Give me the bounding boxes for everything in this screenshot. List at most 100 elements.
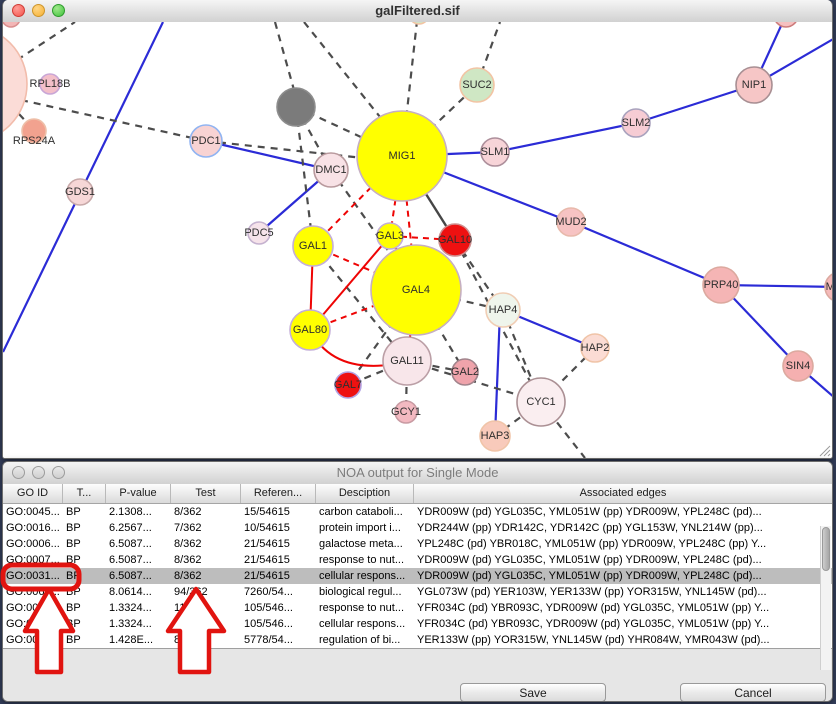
column-header-referen[interactable]: Referen...	[241, 484, 316, 503]
table-row[interactable]: GO:0006...BP6.5087...8/36221/54615galact…	[3, 536, 832, 552]
table-cell: 7260/54...	[241, 584, 316, 600]
table-scrollbar-thumb[interactable]	[822, 527, 830, 571]
table-row[interactable]: GO:0031...BP1.3324...11/362105/546...res…	[3, 600, 832, 616]
node-mud2[interactable]: MUD2	[555, 208, 586, 236]
table-cell: carbon cataboli...	[316, 504, 414, 520]
table-cell: BP	[63, 536, 106, 552]
table-cell: 105/546...	[241, 616, 316, 632]
node-nip1[interactable]: NIP1	[736, 67, 772, 103]
table-cell: BP	[63, 632, 106, 648]
resize-grip-icon[interactable]	[818, 444, 831, 457]
table-row[interactable]: GO:0007...BP6.5087...8/36221/54615respon…	[3, 552, 832, 568]
node-hap3[interactable]: HAP3	[480, 421, 510, 451]
node-label: SUC2	[462, 79, 491, 91]
column-header-associated-edges[interactable]: Associated edges	[414, 484, 832, 503]
node-gcy1[interactable]: GCY1	[391, 401, 421, 423]
node-label: SLM1	[481, 146, 510, 158]
table-cell: BP	[63, 616, 106, 632]
node-msl1[interactable]: MSL1	[825, 272, 832, 302]
node-gal4[interactable]: GAL4	[371, 245, 461, 335]
table-row[interactable]: GO:0065...BP8.0614...94/3627260/54...bio…	[3, 584, 832, 600]
node-label: MIG1	[389, 150, 416, 162]
window-controls	[12, 4, 65, 17]
node-slm1[interactable]: SLM1	[481, 138, 510, 166]
node-pink-clip-tr[interactable]	[774, 22, 798, 27]
node-sin4[interactable]: SIN4	[783, 351, 813, 381]
node-label: GAL7	[334, 379, 362, 391]
node-slm2[interactable]: SLM2	[622, 109, 651, 137]
node-gal11[interactable]: GAL11	[383, 337, 431, 385]
node-rps24a[interactable]: RPS24A	[13, 119, 56, 147]
table-cell: BP	[63, 504, 106, 520]
node-gal2[interactable]: GAL2	[451, 359, 479, 385]
node-clip-topleft[interactable]	[3, 22, 20, 27]
table-cell: 21/54615	[241, 536, 316, 552]
node-gal3[interactable]: GAL3	[376, 223, 404, 249]
node-gds1[interactable]: GDS1	[65, 179, 95, 205]
table-cell: cellular respons...	[316, 616, 414, 632]
node-prp40[interactable]: PRP40	[703, 267, 739, 303]
column-header-go-id[interactable]: GO ID	[3, 484, 63, 503]
node-gal7[interactable]: GAL7	[334, 372, 362, 398]
close-button[interactable]	[12, 4, 25, 17]
node-label: GAL11	[390, 355, 423, 367]
node-pdc1[interactable]: PDC1	[190, 125, 222, 157]
table-row[interactable]: GO:0016...BP6.2567...7/36210/54615protei…	[3, 520, 832, 536]
table-cell: 6.5087...	[106, 536, 171, 552]
minimize-button[interactable]	[32, 4, 45, 17]
node-rpl18b[interactable]: RPL18B	[30, 74, 71, 94]
table-cell: biological regul...	[316, 584, 414, 600]
network-canvas[interactable]: RPL18B RPS24A GDS1 PDC1 MIG1 SUC2 SLM1 SLM2 NIP1…	[3, 22, 832, 458]
node-green-clip[interactable]	[409, 22, 429, 24]
window-title: galFiltered.sif	[375, 3, 460, 18]
network-edge	[275, 22, 294, 90]
minimize-button[interactable]	[32, 466, 45, 479]
zoom-button[interactable]	[52, 466, 65, 479]
table-cell: regulation of bi...	[316, 632, 414, 648]
node-cyc1[interactable]: CYC1	[517, 378, 565, 426]
table-cell: BP	[63, 600, 106, 616]
node-mig1[interactable]: MIG1	[357, 111, 447, 201]
table-cell: 1.3324...	[106, 600, 171, 616]
node-gal1[interactable]: GAL1	[293, 226, 333, 266]
column-header-desciption[interactable]: Desciption	[316, 484, 414, 503]
table-cell: YER133W (pp) YOR315W, YNL145W (pd) YHR08…	[414, 632, 832, 648]
cancel-button[interactable]: Cancel	[680, 683, 826, 702]
column-header-t[interactable]: T...	[63, 484, 106, 503]
table-cell: GO:0045...	[3, 504, 63, 520]
node-hap2[interactable]: HAP2	[581, 334, 610, 362]
close-button[interactable]	[12, 466, 25, 479]
network-window: galFiltered.sif RPL18B RPS24A GDS1 PDC1 MIG1…	[2, 0, 833, 459]
column-header-p-value[interactable]: P-value	[106, 484, 171, 503]
network-window-titlebar[interactable]: galFiltered.sif	[3, 0, 832, 23]
zoom-button[interactable]	[52, 4, 65, 17]
table-cell: galactose meta...	[316, 536, 414, 552]
node-gal80[interactable]: GAL80	[290, 310, 330, 350]
table-scrollbar[interactable]	[820, 526, 831, 670]
network-edge	[495, 312, 500, 436]
table-cell: 1.428E...	[106, 632, 171, 648]
node-label: HAP3	[481, 430, 510, 442]
column-header-test[interactable]: Test	[171, 484, 241, 503]
node-hap4[interactable]: HAP4	[486, 293, 520, 327]
table-row[interactable]: GO:0031...BP1.3324...11/362105/546...cel…	[3, 616, 832, 632]
table-row[interactable]: GO:0045...BP2.1308...8/36215/54615carbon…	[3, 504, 832, 520]
node-dmc1[interactable]: DMC1	[314, 153, 348, 187]
node-label: RPL18B	[30, 78, 71, 90]
node-gal10[interactable]: GAL10	[438, 224, 472, 256]
table-cell: 8.0614...	[106, 584, 171, 600]
table-cell: YDR244W (pp) YDR142C, YDR142C (pp) YGL15…	[414, 520, 832, 536]
table-cell: 105/546...	[241, 600, 316, 616]
noa-output-window: NOA output for Single Mode GO IDT...P-va…	[2, 461, 833, 702]
noa-window-body: GO IDT...P-valueTestReferen...Desciption…	[3, 484, 832, 701]
table-row[interactable]: GO:0031...BP6.5087...8/36221/54615cellul…	[3, 568, 832, 584]
node-label: SLM2	[622, 117, 651, 129]
table-cell: 1.3324...	[106, 616, 171, 632]
table-cell: YDR009W (pd) YGL035C, YML051W (pp) YDR00…	[414, 504, 832, 520]
table-cell: 11/362	[171, 600, 241, 616]
save-button[interactable]: Save	[460, 683, 606, 702]
node-gray-node[interactable]	[277, 88, 315, 126]
node-suc2[interactable]: SUC2	[460, 68, 494, 102]
noa-window-titlebar[interactable]: NOA output for Single Mode	[3, 462, 832, 485]
table-row[interactable]: GO:0050...BP1.428E...80/3625778/54...reg…	[3, 632, 832, 648]
